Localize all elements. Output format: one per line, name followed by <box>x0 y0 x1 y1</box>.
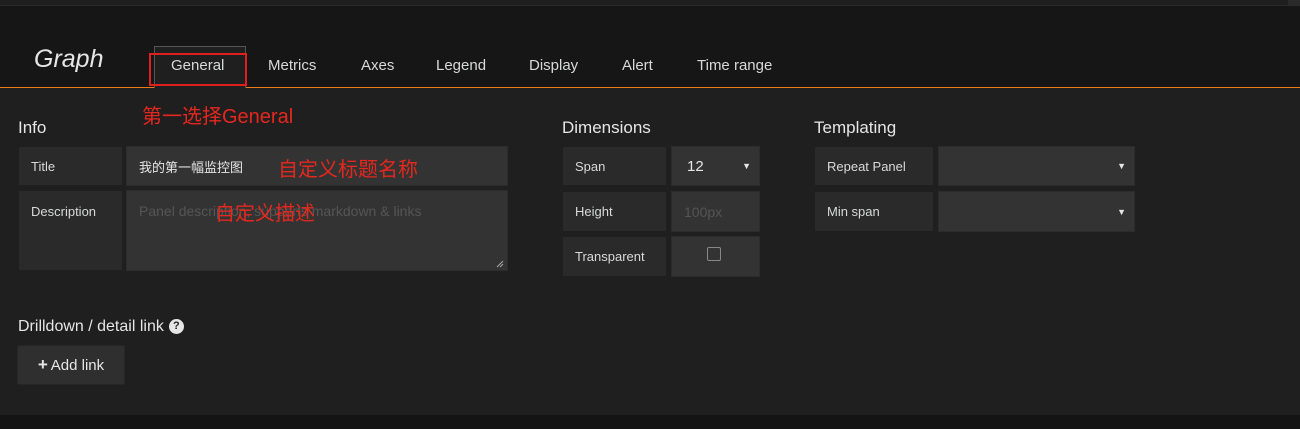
span-select-value: 12 <box>687 157 704 175</box>
transparent-label: Transparent <box>562 236 667 277</box>
repeat-panel-select[interactable]: ▼ <box>938 146 1135 186</box>
info-heading: Info <box>18 118 47 137</box>
drilldown-heading-text: Drilldown / detail link <box>18 318 164 335</box>
height-placeholder: 100px <box>684 203 723 220</box>
height-input[interactable]: 100px <box>671 191 760 232</box>
title-label: Title <box>18 146 123 186</box>
height-label: Height <box>562 191 667 232</box>
bottom-strip <box>0 415 1300 429</box>
dimensions-heading: Dimensions <box>562 118 651 137</box>
annotation-custom-description: 自定义描述 <box>215 203 315 225</box>
annotation-first-general: 第一选择General <box>142 106 294 128</box>
description-label: Description <box>18 190 123 271</box>
annotation-highlight-box <box>149 53 247 86</box>
resize-grip-icon[interactable] <box>496 260 504 268</box>
add-link-button[interactable]: + Add link <box>17 345 125 385</box>
title-input-value: 我的第一幅监控图 <box>139 159 244 175</box>
min-span-select[interactable]: ▼ <box>938 191 1135 232</box>
add-link-label: Add link <box>50 356 105 374</box>
tab-axes[interactable]: Axes <box>361 57 394 74</box>
tab-metrics[interactable]: Metrics <box>268 57 316 74</box>
caret-down-icon: ▼ <box>1117 206 1126 217</box>
span-label: Span <box>562 146 667 186</box>
span-select[interactable]: 12 ▼ <box>671 146 760 186</box>
templating-heading: Templating <box>814 118 897 137</box>
tab-legend[interactable]: Legend <box>436 57 486 74</box>
top-bar <box>0 0 1300 6</box>
description-textarea[interactable]: Panel description, supports markdown & l… <box>126 190 508 271</box>
caret-down-icon: ▼ <box>1117 161 1126 171</box>
annotation-custom-title: 自定义标题名称 <box>278 159 418 181</box>
tab-alert[interactable]: Alert <box>622 57 653 74</box>
plus-icon: + <box>37 355 48 374</box>
drilldown-heading: Drilldown / detail link? <box>18 318 184 336</box>
tab-time-range[interactable]: Time range <box>697 57 772 74</box>
help-icon[interactable]: ? <box>168 319 184 335</box>
editor-title: Graph <box>34 45 104 73</box>
caret-down-icon: ▼ <box>742 161 751 171</box>
tab-display[interactable]: Display <box>529 57 578 74</box>
min-span-label: Min span <box>814 191 934 232</box>
repeat-panel-label: Repeat Panel <box>814 146 934 186</box>
transparent-checkbox[interactable] <box>707 247 721 261</box>
top-bar-edge <box>1288 0 1300 6</box>
